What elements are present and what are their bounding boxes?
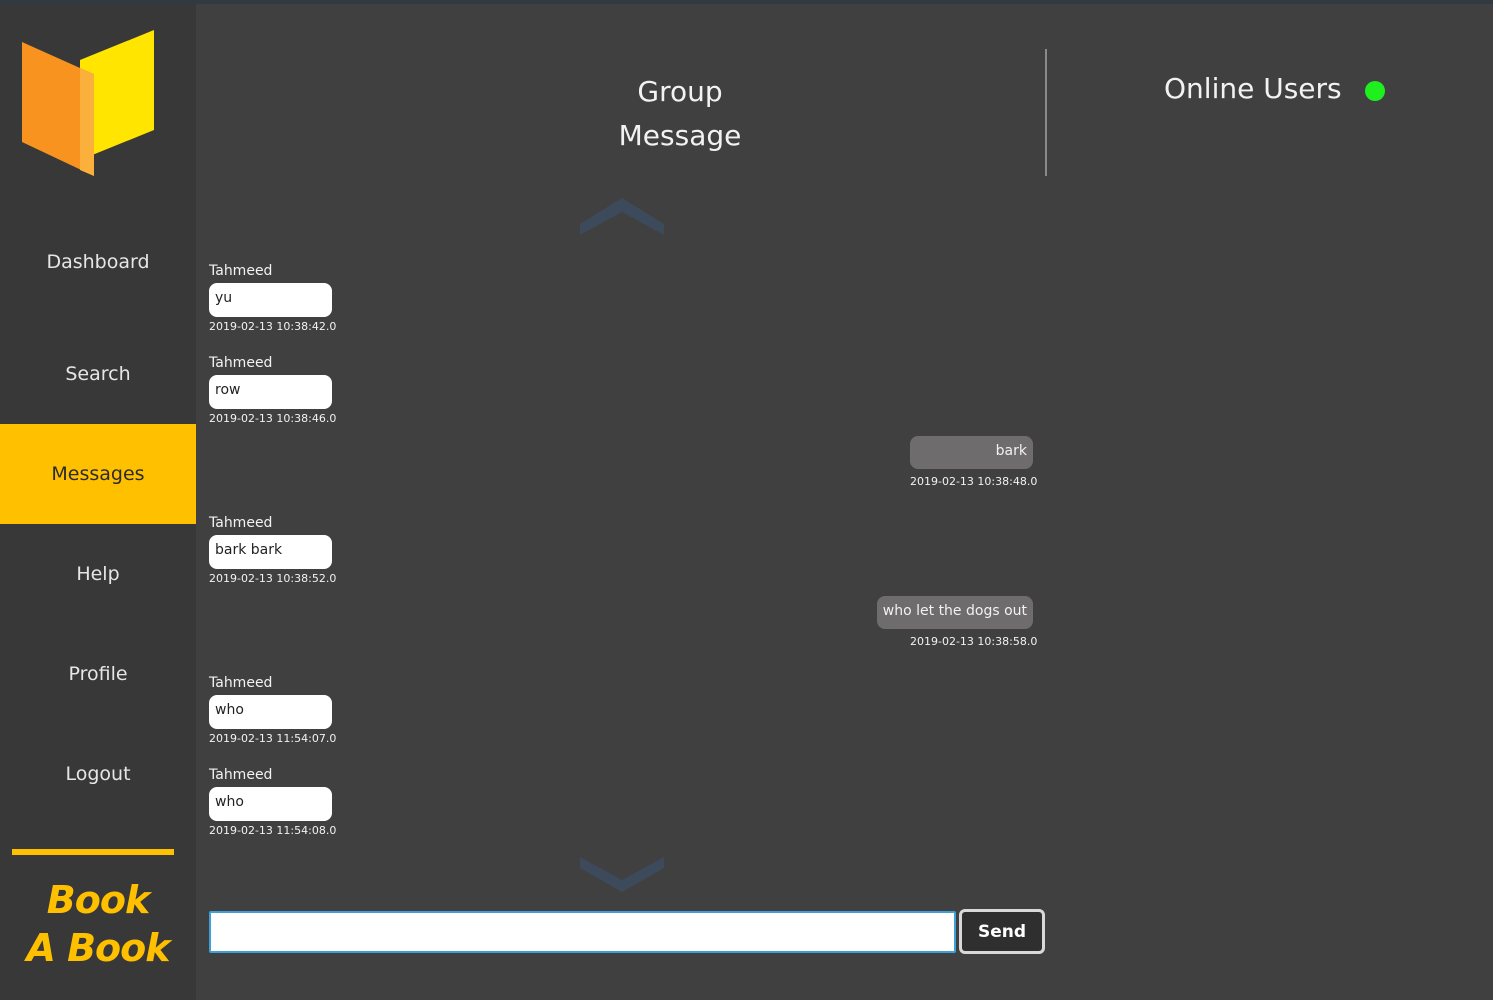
sidebar: Dashboard Search Messages Help Profile L… <box>0 4 196 1000</box>
sidebar-item-logout[interactable]: Logout <box>0 724 196 824</box>
brand-line-2: A Book <box>26 926 170 970</box>
message-timestamp: 2019-02-13 10:38:48.0 <box>910 475 1038 488</box>
incoming-message-bubble: who <box>209 695 332 729</box>
outgoing-message-bubble: bark <box>910 436 1033 469</box>
send-button[interactable]: Send <box>959 909 1045 954</box>
message-input[interactable] <box>209 911 956 953</box>
message-timestamp: 2019-02-13 10:38:42.0 <box>209 320 337 333</box>
chevron-down-icon[interactable] <box>580 854 664 894</box>
incoming-message-bubble: row <box>209 375 332 409</box>
message-sender: Tahmeed <box>209 767 273 783</box>
message-timestamp: 2019-02-13 11:54:07.0 <box>209 732 337 745</box>
chevron-up-icon[interactable] <box>580 198 664 238</box>
window-top-border <box>0 0 1493 4</box>
message-sender: Tahmeed <box>209 515 273 531</box>
page-title: Group Message <box>560 70 800 158</box>
sidebar-item-help[interactable]: Help <box>0 524 196 624</box>
incoming-message-bubble: yu <box>209 283 332 317</box>
book-logo-icon <box>22 30 154 176</box>
brand-divider <box>12 849 174 855</box>
sidebar-item-profile[interactable]: Profile <box>0 624 196 724</box>
message-timestamp: 2019-02-13 11:54:08.0 <box>209 824 337 837</box>
sidebar-item-search[interactable]: Search <box>0 324 196 424</box>
brand-logo-text: Book A Book <box>0 876 196 972</box>
sidebar-item-dashboard[interactable]: Dashboard <box>0 212 196 312</box>
incoming-message-bubble: who <box>209 787 332 821</box>
outgoing-message-bubble: who let the dogs out <box>876 596 1033 629</box>
message-timestamp: 2019-02-13 10:38:58.0 <box>910 635 1038 648</box>
page-title-line-1: Group <box>637 75 723 108</box>
brand-line-1: Book <box>46 878 150 922</box>
message-sender: Tahmeed <box>209 675 273 691</box>
online-status-indicator <box>1365 81 1385 101</box>
message-timestamp: 2019-02-13 10:38:52.0 <box>209 572 337 585</box>
sidebar-item-messages[interactable]: Messages <box>0 424 196 524</box>
header-divider <box>1045 49 1047 176</box>
page-title-line-2: Message <box>618 119 742 152</box>
message-sender: Tahmeed <box>209 355 273 371</box>
message-timestamp: 2019-02-13 10:38:46.0 <box>209 412 337 425</box>
online-users-title: Online Users <box>1164 72 1342 105</box>
incoming-message-bubble: bark bark <box>209 535 332 569</box>
message-sender: Tahmeed <box>209 263 273 279</box>
